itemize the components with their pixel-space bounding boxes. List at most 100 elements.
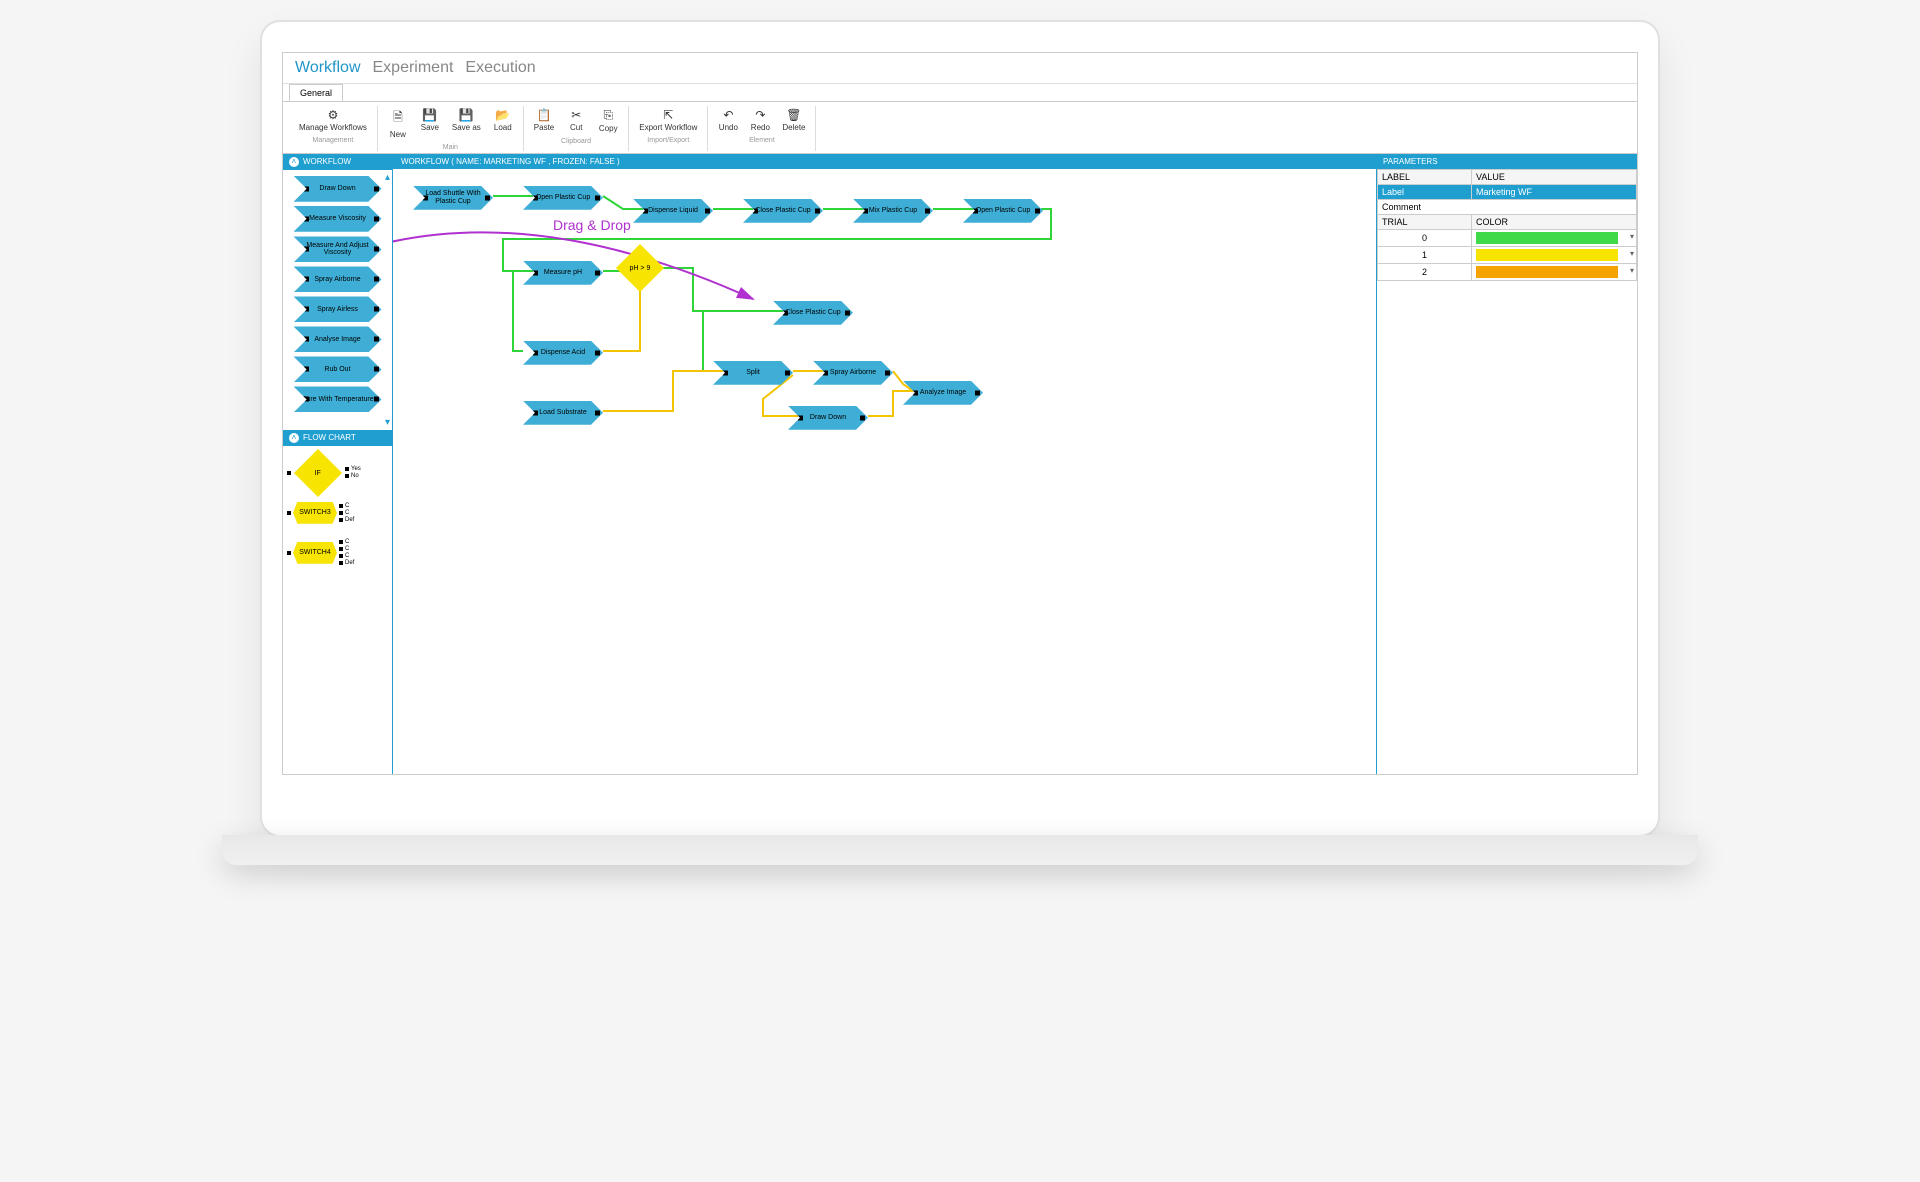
trial-color-cell[interactable]: ▾ <box>1471 229 1636 246</box>
scroll-up-icon[interactable]: ▴ <box>385 172 390 183</box>
output-port: Def <box>339 560 354 566</box>
palette-node[interactable]: Spray Airborne <box>294 266 382 292</box>
palette-node[interactable]: Rub Out <box>294 356 382 382</box>
canvas-node[interactable]: Spray Airborne <box>813 361 893 385</box>
col-value: VALUE <box>1471 169 1636 184</box>
palette-node[interactable]: Cure With Temperature <box>294 386 382 412</box>
new-icon: 🗎 <box>393 108 403 129</box>
ribbon-copy-button[interactable]: ⎘ Copy <box>594 106 622 136</box>
canvas-node[interactable]: Measure pH <box>523 261 603 285</box>
workspace: ˄ WORKFLOW ▴ ▾ Draw Down Measure Viscosit… <box>283 154 1637 774</box>
canvas-node[interactable]: Dispense Acid <box>523 341 603 365</box>
dropdown-icon[interactable]: ▾ <box>1630 249 1634 258</box>
palette-node[interactable]: Analyse Image <box>294 326 382 352</box>
paste-icon: 📋 <box>537 108 552 122</box>
canvas-area[interactable]: Drag & Drop Load Shuttle With Plastic Cu… <box>393 169 1376 774</box>
param-comment[interactable]: Comment <box>1378 199 1637 214</box>
save-as-icon: 💾 <box>459 108 474 122</box>
ribbon-item-label: Copy <box>599 125 618 134</box>
ribbon-undo-button[interactable]: ↶Undo <box>714 106 742 135</box>
ribbon-group: 📋 Paste ✂Cut ⎘ Copy Clipboard <box>524 106 629 151</box>
canvas-node[interactable]: Load Shuttle With Plastic Cup <box>413 186 493 210</box>
ribbon-new-button[interactable]: 🗎 New <box>384 106 412 142</box>
ribbon-item-label: Manage Workflows <box>299 124 367 133</box>
canvas-node[interactable]: Open Plastic Cup <box>523 186 603 210</box>
ribbon-item-label: Paste <box>534 124 554 133</box>
palette-node[interactable]: Measure Viscosity <box>294 206 382 232</box>
canvas[interactable]: WORKFLOW ( NAME: MARKETING WF , FROZEN: … <box>393 154 1377 774</box>
load-icon: 📂 <box>495 108 510 122</box>
ribbon-item-label: Save <box>421 124 439 133</box>
ribbon-manage-workflows-button[interactable]: ⚙ Manage Workflows <box>295 106 371 135</box>
workflow-items-list[interactable]: ▴ ▾ Draw Down Measure Viscosity Measure An… <box>283 170 392 430</box>
ribbon-redo-button[interactable]: ↷Redo <box>746 106 774 135</box>
col-color: COLOR <box>1471 214 1636 229</box>
canvas-node[interactable]: Open Plastic Cup <box>963 199 1043 223</box>
ribbon-group: ⚙Manage WorkflowsManagement <box>289 106 378 151</box>
ribbon-cut-button[interactable]: ✂Cut <box>562 106 590 136</box>
palette-node[interactable]: Measure And Adjust Viscosity <box>294 236 382 262</box>
canvas-node[interactable]: Close Plastic Cup <box>773 301 853 325</box>
ribbon-tab-general[interactable]: General <box>289 84 343 101</box>
copy-icon: ⎘ <box>603 108 613 123</box>
ribbon-group-label: Clipboard <box>561 138 591 145</box>
ribbon-item-label: Save as <box>452 124 481 133</box>
canvas-node[interactable]: Dispense Liquid <box>633 199 713 223</box>
scroll-down-icon[interactable]: ▾ <box>385 417 390 428</box>
param-label-value[interactable]: Marketing WF <box>1471 184 1636 199</box>
manage-workflows-icon: ⚙ <box>328 108 339 122</box>
palette-switch3-node[interactable]: SWITCH3 <box>293 502 337 524</box>
ribbon-group-label: Import/Export <box>647 137 689 144</box>
canvas-node[interactable]: Split <box>713 361 793 385</box>
ribbon-group: ⇱ Export Workflow Import/Export <box>629 106 708 151</box>
menubar-tab-execution[interactable]: Execution <box>465 59 535 77</box>
ribbon-item-label: Export Workflow <box>639 124 697 133</box>
canvas-node[interactable]: Close Plastic Cup <box>743 199 823 223</box>
ribbon-paste-button[interactable]: 📋 Paste <box>530 106 558 136</box>
ribbon-item-label: New <box>390 131 406 140</box>
output-port: C <box>339 539 354 545</box>
palette-switch4-node[interactable]: SWITCH4 <box>293 542 337 564</box>
ribbon-load-button[interactable]: 📂 Load <box>489 106 517 142</box>
dropdown-icon[interactable]: ▾ <box>1630 232 1634 241</box>
trial-color-cell[interactable]: ▾ <box>1471 246 1636 263</box>
canvas-node[interactable]: Mix Plastic Cup <box>853 199 933 223</box>
ribbon-delete-button[interactable]: 🗑 Delete <box>778 106 809 135</box>
save-icon: 💾 <box>422 108 437 122</box>
palette-node[interactable]: Draw Down <box>294 176 382 202</box>
input-port <box>287 471 291 475</box>
palette-node[interactable]: Spray Airless <box>294 296 382 322</box>
palette-if-node[interactable]: IF <box>294 449 342 497</box>
output-port: Def <box>339 517 354 523</box>
parameters-table: LABELVALUE LabelMarketing WF Comment TRI… <box>1377 169 1637 281</box>
color-swatch <box>1476 266 1618 278</box>
canvas-node[interactable]: Draw Down <box>788 406 868 430</box>
input-port <box>287 511 291 515</box>
color-swatch <box>1476 232 1618 244</box>
ribbon-export-workflow-button[interactable]: ⇱ Export Workflow <box>635 106 701 135</box>
output-port: C <box>339 546 354 552</box>
ribbon-item-label: Delete <box>782 124 805 133</box>
trial-color-cell[interactable]: ▾ <box>1471 263 1636 280</box>
ribbon-group: ↶Undo↷Redo🗑DeleteElement <box>708 106 816 151</box>
canvas-node[interactable]: pH > 9 <box>616 244 664 292</box>
menubar-tab-experiment[interactable]: Experiment <box>373 59 454 77</box>
parameters-panel: PARAMETERS LABELVALUE LabelMarketing WF … <box>1377 154 1637 774</box>
parameters-header: PARAMETERS <box>1377 154 1637 169</box>
ribbon-save-as-button[interactable]: 💾 Save as <box>448 106 485 142</box>
canvas-node[interactable]: Load Substrate <box>523 401 603 425</box>
flowchart-items-list[interactable]: IFYesNoSWITCH3CCDefSWITCH4CCCDef <box>283 446 392 774</box>
export-workflow-icon: ⇱ <box>663 108 673 122</box>
ribbon-save-button[interactable]: 💾 Save <box>416 106 444 142</box>
col-trial: TRIAL <box>1378 214 1472 229</box>
canvas-node[interactable]: Analyze Image <box>903 381 983 405</box>
ribbon-item-label: Load <box>494 124 512 133</box>
workflow-panel-header[interactable]: ˄ WORKFLOW <box>283 154 392 170</box>
output-port: No <box>345 473 361 479</box>
dropdown-icon[interactable]: ▾ <box>1630 266 1634 275</box>
flowchart-panel-header[interactable]: ˄ FLOW CHART <box>283 430 392 446</box>
delete-icon: 🗑 <box>786 108 801 122</box>
undo-icon: ↶ <box>723 108 733 122</box>
menubar-tab-workflow[interactable]: Workflow <box>295 59 361 77</box>
col-label: LABEL <box>1378 169 1472 184</box>
